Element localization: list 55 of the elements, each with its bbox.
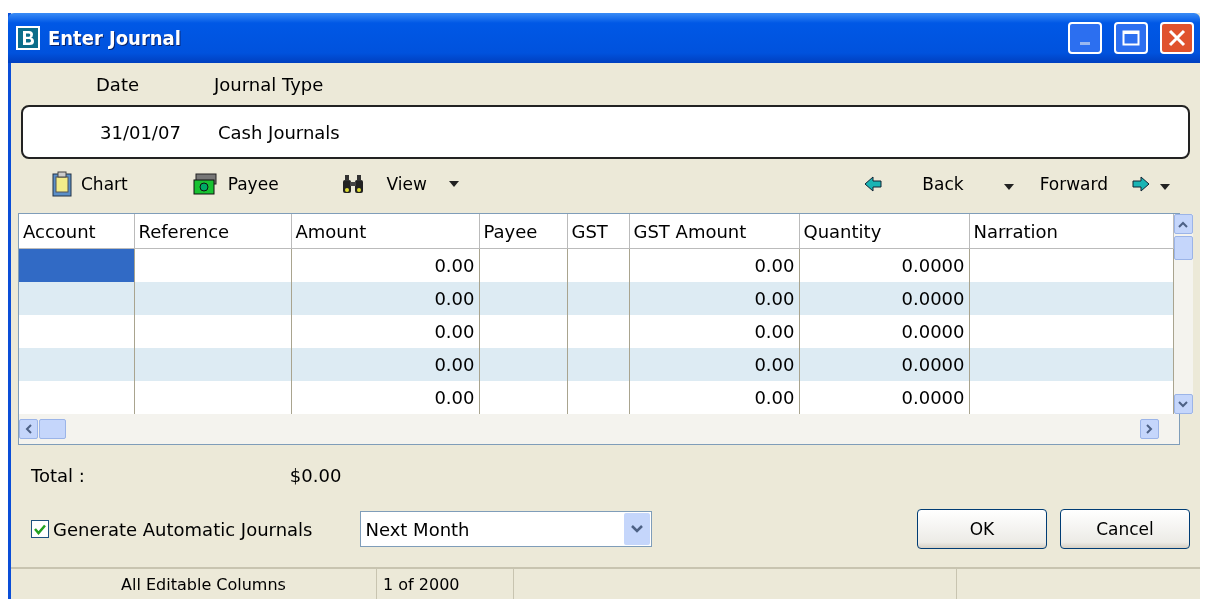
toolbar-button[interactable]: Chart: [81, 174, 128, 194]
left-arrow-icon[interactable]: [864, 175, 883, 193]
field-value: Cash Journals: [218, 121, 340, 143]
total-value: $0.00: [289, 464, 342, 486]
table-row[interactable]: 0.00 0.00 0.0000: [19, 348, 1173, 381]
field-value: 31/01/07: [100, 121, 182, 143]
table-cell[interactable]: 0.0000: [799, 348, 969, 381]
table-row[interactable]: 0.00 0.00 0.0000: [19, 282, 1173, 315]
column-header[interactable]: Narration: [969, 214, 1173, 249]
checkbox[interactable]: [31, 520, 49, 538]
window-title: Enter Journal: [48, 26, 182, 50]
maximize-icon: [1122, 30, 1140, 46]
close-button[interactable]: [1160, 22, 1194, 54]
column-header[interactable]: GST: [567, 214, 629, 249]
table-cell[interactable]: 0.00: [291, 282, 479, 315]
right-arrow-icon[interactable]: [1132, 175, 1150, 193]
frequency-dropdown[interactable]: Next Month: [360, 511, 653, 547]
column-header[interactable]: Amount: [291, 214, 479, 249]
minimize-button[interactable]: [1068, 22, 1102, 54]
app-logo-icon: [16, 26, 40, 50]
toolbar-button[interactable]: View: [386, 174, 427, 194]
status-text: All Editable Columns: [11, 569, 377, 599]
status-text: 1 of 2000: [377, 569, 514, 599]
horizontal-scrollbar[interactable]: [19, 414, 1179, 444]
column-header[interactable]: GST Amount: [629, 214, 799, 249]
left-chevron-icon[interactable]: [25, 424, 32, 434]
down-chevron-icon[interactable]: [1178, 400, 1188, 408]
dropdown-caret-icon[interactable]: [448, 181, 459, 187]
checkbox-label[interactable]: Generate Automatic Journals: [53, 518, 313, 540]
column-header[interactable]: Quantity: [799, 214, 969, 249]
minimize-icon: [1080, 41, 1090, 45]
clipboard-icon: [51, 171, 73, 197]
table-cell[interactable]: 0.00: [629, 282, 799, 315]
table-cell[interactable]: 0.0000: [799, 282, 969, 315]
toolbar-button[interactable]: Payee: [227, 174, 279, 194]
maximize-button[interactable]: [1114, 22, 1148, 54]
column-header[interactable]: Payee: [479, 214, 567, 249]
table-cell[interactable]: 0.00: [291, 348, 479, 381]
down-chevron-icon[interactable]: [631, 525, 644, 533]
binoculars-icon: [340, 174, 365, 194]
total-label: Total :: [31, 464, 85, 486]
back-button[interactable]: Back: [922, 174, 964, 194]
column-header[interactable]: Account: [19, 214, 134, 249]
selected-cell[interactable]: [19, 249, 134, 282]
table-cell[interactable]: 0.00: [629, 348, 799, 381]
ok-button[interactable]: OK: [917, 509, 1047, 549]
cancel-button[interactable]: Cancel: [1060, 509, 1190, 549]
up-chevron-icon[interactable]: [1178, 220, 1188, 228]
column-header[interactable]: Reference: [134, 214, 291, 249]
field-label: Date: [96, 73, 141, 95]
scroll-thumb[interactable]: [39, 419, 66, 439]
forward-button[interactable]: Forward: [1039, 174, 1108, 194]
close-icon: [1168, 29, 1186, 47]
right-chevron-icon[interactable]: [1146, 424, 1153, 434]
field-label: Journal Type: [214, 73, 324, 95]
